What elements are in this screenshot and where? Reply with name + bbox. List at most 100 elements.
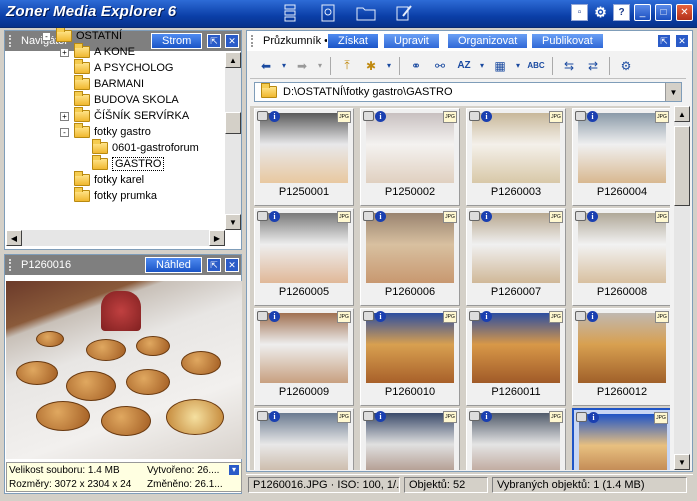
tree-item[interactable]: BUDOVA SKOLA [60,91,179,108]
tree-horizontal-scrollbar[interactable]: ◀ ▶ [6,230,225,246]
info-icon[interactable]: i [375,311,386,322]
tree-item[interactable]: BARMANI [60,75,144,92]
binoculars-icon[interactable]: ⚭ [406,56,426,76]
info-icon[interactable]: i [269,211,280,222]
binoculars-next-icon[interactable]: ⚯ [430,56,450,76]
thumbnail-item[interactable]: i JPG P1250001 [254,108,354,206]
info-icon[interactable]: i [587,111,598,122]
tree-item[interactable]: 0601-gastroforum [78,139,199,156]
info-icon[interactable]: i [375,111,386,122]
tree-item[interactable]: + A KONE [60,43,135,60]
thumbnail-item[interactable]: i JPG P1250002 [360,108,460,206]
info-icon[interactable]: i [481,111,492,122]
thumbnail-item[interactable]: i JPG P1260005 [254,208,354,306]
tree-item[interactable]: fotky prumka [60,187,157,204]
tree-item[interactable]: fotky karel [60,171,144,188]
thumbnail-item[interactable]: i JPG [466,408,566,470]
info-icon[interactable]: i [269,311,280,322]
folder-icon[interactable] [356,3,376,23]
path-field[interactable]: D:\OSTATNÍ\fotky gastro\GASTRO ▼ [254,82,682,102]
new-folder-icon[interactable]: ✱ [361,56,381,76]
window-icon[interactable]: ▫ [571,4,588,21]
filename-abc-icon[interactable]: ABC [526,56,546,76]
close-button[interactable]: ✕ [676,4,693,21]
back-dropdown-icon[interactable]: ▾ [280,56,288,76]
info-icon[interactable]: i [375,211,386,222]
info-icon[interactable]: i [481,211,492,222]
view-grid-icon[interactable]: ▦ [490,56,510,76]
tree-item[interactable]: A PSYCHOLOG [60,59,173,76]
back-arrow-icon[interactable]: ⬅ [256,56,276,76]
forward-arrow-icon[interactable]: ➡ [292,56,312,76]
expand-icon[interactable]: + [60,111,69,121]
folder-up-icon[interactable]: ⤒ [337,56,357,76]
grid-vertical-scrollbar[interactable]: ▲ ▼ [674,106,690,470]
help-icon[interactable]: ? [613,4,630,21]
sort-az-icon[interactable]: AZ [454,56,474,76]
info-icon[interactable]: i [587,211,598,222]
sync-left-icon[interactable]: ⇆ [559,56,579,76]
info-icon[interactable]: i [269,411,280,422]
collapse-icon[interactable]: - [60,127,69,137]
scroll-thumb[interactable] [674,126,690,206]
thumbnail-item[interactable]: i JPG P1260003 [466,108,566,206]
thumbnail-item[interactable]: i JPG [572,408,670,470]
thumbnail-item[interactable]: i JPG P1260007 [466,208,566,306]
thumbnail-item[interactable]: i JPG [254,408,354,470]
thumbnail-item[interactable]: i JPG [360,408,460,470]
maximize-button[interactable]: □ [655,4,672,21]
tree-item[interactable]: - fotky gastro [60,123,151,140]
preview-button[interactable]: Náhled [145,257,202,273]
sync-right-icon[interactable]: ⇄ [583,56,603,76]
tab-publikovat[interactable]: Publikovat [531,33,604,49]
thumbnail-item[interactable]: i JPG P1260006 [360,208,460,306]
collapse-icon[interactable]: - [42,31,51,41]
tree-layout-icon[interactable] [280,3,300,23]
scroll-up-icon[interactable]: ▲ [225,52,241,68]
scroll-down-icon[interactable]: ▼ [674,454,690,470]
tree-item[interactable]: + ČÍŠNÍK SERVÍRKA [60,107,189,124]
minimize-button[interactable]: _ [634,4,651,21]
info-icon[interactable]: i [481,411,492,422]
viewer-icon[interactable] [318,3,338,23]
tree-vertical-scrollbar[interactable]: ▲ ▼ [225,52,241,230]
tree-item[interactable]: - OSTATNÍ [42,28,122,44]
scroll-right-icon[interactable]: ▶ [209,230,225,246]
settings-gear-icon[interactable]: ⚙ [592,4,609,21]
pin-icon[interactable]: ⇱ [657,34,671,48]
pin-icon[interactable]: ⇱ [207,258,221,272]
tab-organizovat[interactable]: Organizovat [447,33,529,49]
forward-dropdown-icon[interactable]: ▾ [316,56,324,76]
sort-dropdown-icon[interactable]: ▾ [478,56,486,76]
expand-icon[interactable]: + [60,47,69,57]
tab-upravit[interactable]: Upravit [383,33,440,49]
thumbnail-item[interactable]: i JPG P1260008 [572,208,670,306]
thumbnail-item[interactable]: i JPG P1260009 [254,308,354,406]
info-icon[interactable]: i [269,111,280,122]
info-icon[interactable]: i [587,311,598,322]
tab-ziskat[interactable]: Získat [327,33,379,49]
gear-filter-icon[interactable]: ⚙ [616,56,636,76]
scroll-thumb[interactable] [225,112,241,134]
info-icon[interactable]: i [481,311,492,322]
expand-info-icon[interactable]: ▾ [229,465,239,475]
thumbnail-item[interactable]: i JPG P1260012 [572,308,670,406]
grip-handle[interactable] [251,35,259,47]
thumbnail-item[interactable]: i JPG P1260004 [572,108,670,206]
grip-handle[interactable] [9,259,17,271]
editor-pencil-icon[interactable] [394,3,414,23]
path-dropdown-icon[interactable]: ▼ [665,83,681,101]
thumbnail-item[interactable]: i JPG P1260010 [360,308,460,406]
scroll-down-icon[interactable]: ▼ [225,214,241,230]
tree-item[interactable]: GASTRO [78,155,165,172]
panel-close-icon[interactable]: ✕ [675,34,689,48]
scroll-up-icon[interactable]: ▲ [674,106,690,122]
panel-close-icon[interactable]: ✕ [225,258,239,272]
scroll-left-icon[interactable]: ◀ [6,230,22,246]
panel-close-icon[interactable]: ✕ [225,34,239,48]
new-dropdown-icon[interactable]: ▾ [385,56,393,76]
thumbnail-item[interactable]: i JPG P1260011 [466,308,566,406]
view-dropdown-icon[interactable]: ▾ [514,56,522,76]
info-icon[interactable]: i [375,411,386,422]
info-icon[interactable]: i [588,412,599,423]
